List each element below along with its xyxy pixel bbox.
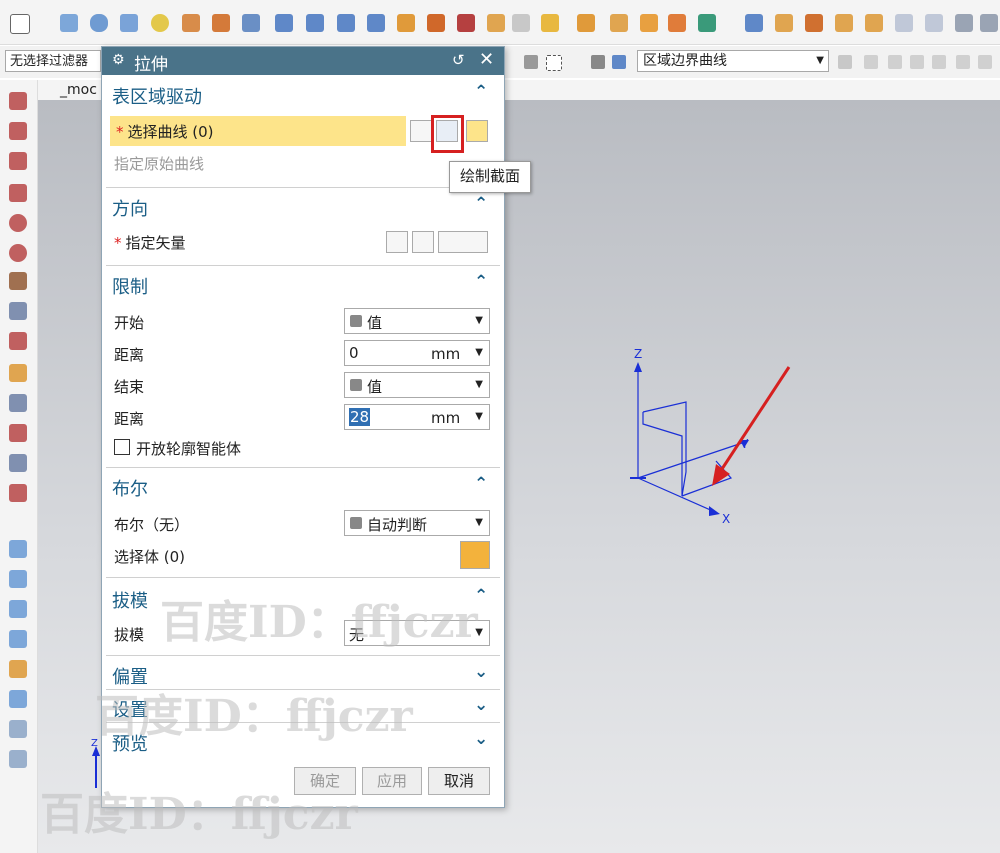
boolean-select[interactable]: 自动判断 ▼ [344,510,490,536]
curve-button[interactable] [466,120,488,142]
select-curve-label: 选择曲线 (0) [127,123,214,141]
sketch-section-tooltip: 绘制截面 [449,161,531,193]
distance1-unit: mm [431,345,461,363]
required-asterisk-icon: * [114,234,122,252]
chevron-up-icon[interactable]: ⌃ [474,82,488,102]
vector-label: 指定矢量 [125,234,186,252]
section-title-drive: 表区域驱动 [112,87,202,108]
distance1-label: 距离 [114,346,145,364]
chevron-down-icon: ▼ [475,315,483,326]
start-value: 值 [367,314,383,332]
auto-infer-icon [350,517,362,529]
start-select[interactable]: 值 ▼ [344,308,490,334]
required-asterisk-icon: * [116,123,124,141]
section-header-limits[interactable]: 限制 ⌃ [102,269,504,299]
apply-button[interactable]: 应用 [362,767,422,795]
section-header-drive[interactable]: 表区域驱动 ⌃ [102,79,504,109]
x-axis-line [637,477,716,513]
distance2-label: 距离 [114,410,145,428]
select-curve-row[interactable]: * 选择曲线 (0) [110,116,406,146]
gear-icon[interactable]: ⚙ [112,52,125,68]
distance2-value: 28 [349,408,371,426]
section-title-limits: 限制 [112,277,148,298]
vector-type-button[interactable] [438,231,488,253]
value-icon [350,379,362,391]
x-axis-label: X [722,512,730,526]
chevron-down-icon: ▼ [475,379,483,390]
profile-edge-1 [642,401,687,497]
chevron-down-icon[interactable]: ⌄ [474,729,488,749]
open-profile-label: 开放轮廓智能体 [136,440,242,458]
dialog-title-bar[interactable]: ⚙ 拉伸 ↺ ✕ [102,47,504,75]
chevron-down-icon[interactable]: ⌄ [474,695,488,715]
boolean-value: 自动判断 [367,516,428,534]
chevron-up-icon[interactable]: ⌃ [474,194,488,214]
z-axis-label: Z [634,347,642,361]
section-title-draft: 拔模 [112,591,148,612]
chevron-down-icon: ▼ [475,517,483,528]
draft-label: 拔模 [114,626,145,644]
red-arrow-line [718,366,791,473]
select-body-label: 选择体 (0) [114,548,186,566]
end-label: 结束 [114,378,145,396]
section-title-direction: 方向 [112,199,148,220]
open-profile-checkbox[interactable] [114,439,130,455]
distance1-value: 0 [349,344,359,362]
chevron-down-icon[interactable]: ▼ [475,411,483,422]
dialog-title: 拉伸 [134,55,168,75]
distance2-input[interactable]: 28 mm ▼ [344,404,490,430]
distance2-unit: mm [431,409,461,427]
value-icon [350,315,362,327]
chevron-down-icon[interactable]: ⌄ [474,662,488,682]
watermark: 百度ID：ffjczr [95,691,413,742]
close-icon[interactable]: ✕ [479,49,494,70]
distance1-input[interactable]: 0 mm ▼ [344,340,490,366]
watermark: 百度ID：ffjczr [40,789,358,840]
vector-dialog-button[interactable] [412,231,434,253]
reset-icon[interactable]: ↺ [452,51,465,69]
section-header-direction[interactable]: 方向 ⌃ [102,191,504,221]
cancel-button[interactable]: 取消 [428,767,490,795]
chevron-up-icon[interactable]: ⌃ [474,474,488,494]
original-curve-label: 指定原始曲线 [114,155,205,173]
chevron-up-icon[interactable]: ⌃ [474,272,488,292]
watermark: 百度ID：ffjczr [160,597,478,648]
boolean-label: 布尔（无） [114,516,190,534]
reverse-direction-button[interactable] [386,231,408,253]
annotation-highlight-box [431,115,464,153]
section-title-boolean: 布尔 [112,479,148,500]
deselect-button[interactable] [410,120,432,142]
start-label: 开始 [114,314,145,332]
section-header-boolean[interactable]: 布尔 ⌃ [102,471,504,501]
select-body-button[interactable] [460,541,490,569]
chevron-down-icon[interactable]: ▼ [475,347,483,358]
end-select[interactable]: 值 ▼ [344,372,490,398]
vector-row: * 指定矢量 [114,232,186,253]
end-value: 值 [367,378,383,396]
